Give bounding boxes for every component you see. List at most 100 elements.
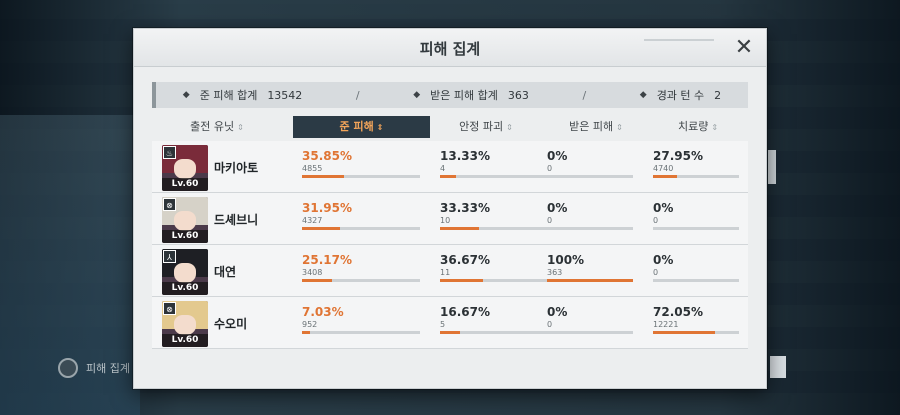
dialog-title-bar: 피해 집계 ✕ xyxy=(134,29,766,67)
class-icon: ⊗ xyxy=(163,198,176,211)
damage-received-percent: 100% xyxy=(547,253,585,267)
damage-dealt-bar xyxy=(302,175,420,178)
damage-dealt-percent: 35.85% xyxy=(302,149,352,163)
damage-dealt-value: 3408 xyxy=(302,268,323,277)
bar-fill xyxy=(440,331,460,334)
sort-icon: ⇕ xyxy=(376,123,384,132)
break-value: 10 xyxy=(440,216,451,225)
bar-fill xyxy=(547,279,633,282)
break-bar xyxy=(440,227,558,230)
column-header-break[interactable]: 안정 파괴 ⇕ xyxy=(434,116,538,138)
bar-fill xyxy=(440,279,484,282)
portrait-face xyxy=(174,263,196,283)
bar-fill xyxy=(302,279,332,282)
summary-separator: / xyxy=(355,88,360,102)
table-header: 출전 유닛 ⇕ 준 피해 ⇕ 안정 파괴 ⇕ 받은 피해 ⇕ 치료량 ⇕ xyxy=(152,116,748,138)
turns-elapsed-label: 경과 턴 수 xyxy=(656,89,705,102)
damage-received-value: 0 xyxy=(547,320,553,329)
turns-elapsed-value: 2 xyxy=(714,88,722,102)
damage-received-percent: 0% xyxy=(547,201,568,215)
total-received-summary: ◆ 받은 피해 합계 363 xyxy=(413,87,529,103)
total-received-label: 받은 피해 합계 xyxy=(430,89,498,102)
break-cell: 16.67% 5 xyxy=(440,305,558,334)
unit-name: 수오미 xyxy=(214,317,248,331)
column-label: 받은 피해 xyxy=(569,120,614,133)
damage-dealt-cell: 25.17% 3408 xyxy=(302,253,420,282)
class-icon: ⅄ xyxy=(163,250,176,263)
damage-received-bar xyxy=(547,279,633,282)
column-label: 안정 파괴 xyxy=(459,120,504,133)
column-header-damage-received[interactable]: 받은 피해 ⇕ xyxy=(544,116,648,138)
background-damage-summary-button: 피해 집계 xyxy=(58,358,130,378)
portrait-face xyxy=(174,159,196,179)
bar-fill xyxy=(440,175,456,178)
break-cell: 13.33% 4 xyxy=(440,149,558,178)
damage-dealt-cell: 35.85% 4855 xyxy=(302,149,420,178)
unit-portrait[interactable]: ♨ Lv.60 xyxy=(162,145,208,191)
table-row: ♨ Lv.60 마키아토 35.85% 4855 13.33% 4 0% 0 2… xyxy=(152,141,748,193)
column-label: 출전 유닛 xyxy=(190,120,235,133)
column-label: 준 피해 xyxy=(339,120,374,133)
break-cell: 36.67% 11 xyxy=(440,253,558,282)
sort-icon: ⇕ xyxy=(506,123,513,132)
column-header-damage-dealt[interactable]: 준 피해 ⇕ xyxy=(293,116,430,138)
sort-icon: ⇕ xyxy=(711,123,719,132)
unit-level: Lv.60 xyxy=(162,282,208,295)
column-header-healing[interactable]: 치료량 ⇕ xyxy=(648,116,748,138)
healing-bar xyxy=(653,331,739,334)
damage-received-percent: 0% xyxy=(547,305,568,319)
damage-dealt-bar xyxy=(302,279,420,282)
unit-table: ♨ Lv.60 마키아토 35.85% 4855 13.33% 4 0% 0 2… xyxy=(152,141,748,349)
damage-received-value: 0 xyxy=(547,164,553,173)
unit-portrait[interactable]: ⊗ Lv.60 xyxy=(162,197,208,243)
column-header-unit[interactable]: 출전 유닛 ⇕ xyxy=(152,116,282,138)
damage-received-cell: 0% 0 xyxy=(547,305,633,334)
break-bar xyxy=(440,331,558,334)
damage-dealt-bar xyxy=(302,331,420,334)
break-value: 11 xyxy=(440,268,451,277)
bar-fill xyxy=(440,227,480,230)
damage-dealt-value: 4855 xyxy=(302,164,323,173)
bar-fill xyxy=(653,331,715,334)
healing-value: 4740 xyxy=(653,164,674,173)
unit-name: 대연 xyxy=(214,265,237,279)
sort-icon: ⇕ xyxy=(237,123,244,132)
turns-elapsed-summary: ◆ 경과 턴 수 2 xyxy=(640,87,721,103)
total-received-value: 363 xyxy=(507,88,529,102)
damage-received-bar xyxy=(547,175,633,178)
break-percent: 36.67% xyxy=(440,253,490,267)
column-label: 치료량 xyxy=(677,120,709,133)
unit-portrait[interactable]: ⊗ Lv.60 xyxy=(162,301,208,347)
damage-received-cell: 0% 0 xyxy=(547,149,633,178)
damage-received-cell: 0% 0 xyxy=(547,201,633,230)
diamond-icon: ◆ xyxy=(639,90,647,100)
break-cell: 33.33% 10 xyxy=(440,201,558,230)
close-icon[interactable]: ✕ xyxy=(734,37,754,59)
title-decoration xyxy=(644,39,714,41)
damage-received-bar xyxy=(547,227,633,230)
unit-portrait[interactable]: ⅄ Lv.60 xyxy=(162,249,208,295)
unit-name: 마키아토 xyxy=(214,161,259,175)
damage-dealt-value: 952 xyxy=(302,320,318,329)
damage-dealt-cell: 7.03% 952 xyxy=(302,305,420,334)
portrait-face xyxy=(174,211,196,231)
sort-icon: ⇕ xyxy=(616,123,623,132)
healing-cell: 27.95% 4740 xyxy=(653,149,739,178)
break-value: 4 xyxy=(440,164,446,173)
total-dealt-summary: ◆ 준 피해 합계 13542 xyxy=(183,87,303,103)
healing-percent: 27.95% xyxy=(653,149,703,163)
healing-value: 12221 xyxy=(653,320,679,329)
healing-value: 0 xyxy=(653,268,659,277)
break-bar xyxy=(440,279,558,282)
healing-cell: 0% 0 xyxy=(653,201,739,230)
bar-fill xyxy=(302,227,340,230)
damage-received-value: 0 xyxy=(547,216,553,225)
unit-level: Lv.60 xyxy=(162,230,208,243)
diamond-icon: ◆ xyxy=(413,90,421,100)
break-percent: 16.67% xyxy=(440,305,490,319)
damage-dealt-bar xyxy=(302,227,420,230)
break-value: 5 xyxy=(440,320,446,329)
refresh-icon xyxy=(58,358,78,378)
damage-received-value: 363 xyxy=(547,268,563,277)
class-icon: ♨ xyxy=(163,146,176,159)
